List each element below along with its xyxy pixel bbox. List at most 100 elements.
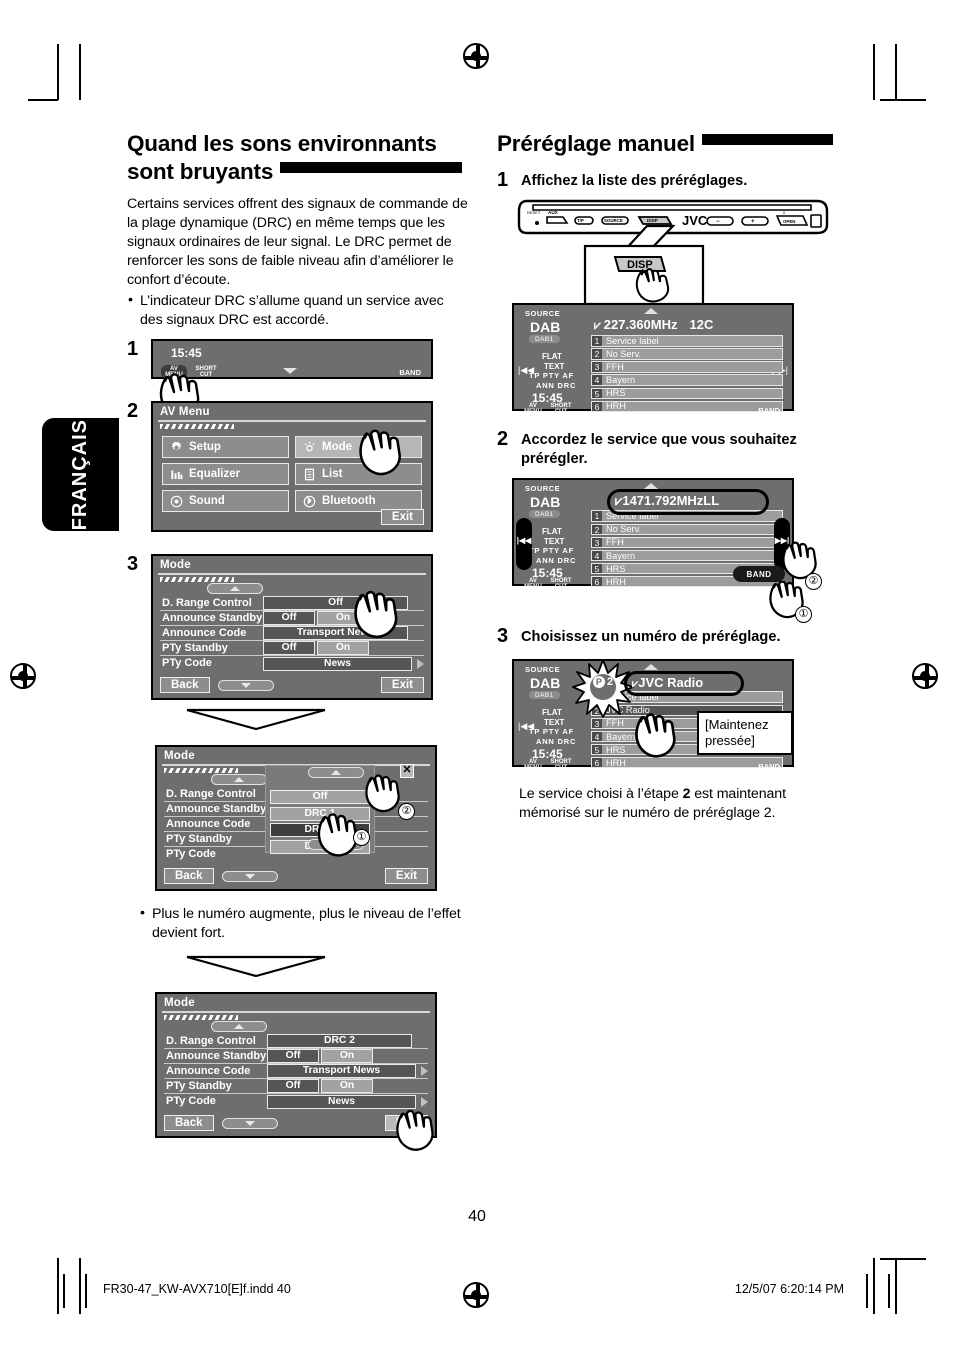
list-item[interactable]: 3 FFH: [591, 536, 783, 549]
av-menu-exit-button[interactable]: Exit: [380, 509, 424, 526]
mode-screen-1[interactable]: Mode D. Range Control Off Announce Stand…: [151, 554, 433, 701]
list-item[interactable]: 1 Service label: [591, 510, 783, 522]
shortcut-softkey[interactable]: SHORT CUT: [191, 366, 221, 378]
footer-rule-left: [63, 1274, 65, 1308]
list-item[interactable]: 6 HRH: [591, 400, 783, 413]
close-icon[interactable]: ✕: [400, 764, 414, 779]
clock-screen[interactable]: 15:45 AV MENU SHORT CUT BAND: [151, 339, 433, 380]
popup-scroll-up-button[interactable]: [308, 767, 364, 779]
chevron-right-icon[interactable]: [417, 658, 424, 669]
row-value-on[interactable]: On: [321, 1049, 373, 1064]
shortcut-softkey[interactable]: SHORT CUT: [548, 759, 574, 771]
mode-screen-2[interactable]: Mode D. Range Control Announce Standby A…: [155, 745, 437, 892]
row-value-on[interactable]: On: [317, 641, 369, 656]
row-value-off[interactable]: Off: [263, 611, 315, 626]
table-row[interactable]: PTy Code News: [164, 1094, 428, 1109]
scroll-down-button[interactable]: [217, 679, 274, 691]
row-value[interactable]: DRC 2: [267, 1034, 412, 1049]
dab-screen-1[interactable]: SOURCE DAB DAB1 FLAT TEXT TP PTY AF ANN …: [512, 303, 794, 415]
chevron-up-icon[interactable]: [644, 483, 658, 490]
scroll-up-button[interactable]: [211, 774, 267, 786]
mode-exit-button[interactable]: Exit: [380, 677, 424, 694]
table-row[interactable]: PTy Standby Off On: [160, 641, 424, 657]
row-label: PTy Code: [166, 848, 216, 861]
list-item[interactable]: 2 No Serv.: [591, 348, 783, 360]
scroll-down-button[interactable]: [221, 870, 278, 882]
row-value-off[interactable]: Off: [267, 1049, 319, 1064]
row-value[interactable]: Transport News: [263, 626, 408, 641]
table-row[interactable]: PTy Standby Off On: [164, 1079, 428, 1095]
row-label: Announce Code: [162, 627, 247, 640]
drc-option-off[interactable]: Off: [270, 790, 370, 805]
drc-option-drc1[interactable]: DRC 1: [270, 806, 370, 821]
left-step-3-number: 3: [127, 553, 139, 576]
row-value-on[interactable]: On: [321, 1079, 373, 1094]
row-value-off[interactable]: Off: [263, 641, 315, 656]
row-value[interactable]: Off: [263, 596, 408, 611]
band-softkey[interactable]: BAND: [758, 406, 780, 415]
mode-exit-button[interactable]: Exit: [384, 1115, 428, 1132]
av-menu-item-list[interactable]: List: [295, 463, 422, 486]
mode-screen-2-title: Mode: [164, 750, 195, 763]
av-menu-softkey[interactable]: AV MENU: [522, 759, 544, 771]
row-value[interactable]: Transport News: [267, 1064, 416, 1079]
mode-back-button[interactable]: Back: [160, 677, 210, 694]
row-value-on[interactable]: On: [317, 611, 369, 626]
table-row[interactable]: D. Range Control DRC 2: [164, 1034, 428, 1050]
crop-mark-br-v: [873, 1258, 875, 1314]
row-value[interactable]: News: [267, 1094, 416, 1109]
row-label: PTy Standby: [162, 642, 228, 655]
shortcut-softkey[interactable]: SHORT CUT: [548, 578, 574, 590]
band-softkey[interactable]: BAND: [758, 762, 780, 771]
av-menu-softkey-line2: MENU: [524, 408, 542, 415]
mode-back-button[interactable]: Back: [164, 1115, 214, 1132]
chevron-up-icon[interactable]: [644, 664, 658, 671]
row-value-off[interactable]: Off: [267, 1079, 319, 1094]
list-item[interactable]: 5 HRS: [591, 387, 783, 399]
av-menu-item-label: Sound: [189, 495, 225, 508]
prev-icon: |◀◀: [516, 536, 532, 546]
chevron-up-icon[interactable]: [644, 308, 658, 315]
scroll-up-button[interactable]: [207, 583, 263, 595]
av-menu-item-equalizer[interactable]: Equalizer: [162, 463, 289, 486]
mode-back-button[interactable]: Back: [164, 868, 214, 885]
chevron-right-icon[interactable]: [421, 1066, 428, 1077]
av-menu-screen[interactable]: AV Menu Setup Mode Equalizer List Sound …: [151, 401, 433, 533]
table-row[interactable]: Announce Standby Off On: [160, 611, 424, 627]
prev-icon[interactable]: |◀◀: [518, 721, 534, 732]
prev-icon[interactable]: |◀◀: [518, 365, 534, 376]
scroll-up-button[interactable]: [211, 1021, 267, 1033]
band-softkey[interactable]: BAND: [399, 368, 421, 377]
table-row[interactable]: Announce Code Transport News: [164, 1064, 428, 1080]
list-item[interactable]: 3 FFH: [591, 361, 783, 373]
chevron-down-icon[interactable]: [283, 368, 297, 375]
row-label: PTy Standby: [166, 1080, 232, 1093]
shortcut-softkey[interactable]: SHORT CUT: [548, 403, 574, 415]
scroll-down-button[interactable]: [221, 1117, 278, 1129]
list-item[interactable]: 2 No Serv.: [591, 523, 783, 536]
list-item: Plus le numéro augmente, plus le niveau …: [139, 904, 469, 943]
table-row[interactable]: Announce Standby Off On: [164, 1049, 428, 1065]
av-menu-item-setup[interactable]: Setup: [162, 436, 289, 459]
chevron-right-icon[interactable]: [421, 1096, 428, 1107]
av-menu-softkey[interactable]: AV MENU: [522, 578, 544, 590]
list-item[interactable]: 1 Service label: [591, 335, 783, 347]
av-menu-softkey[interactable]: AV MENU: [161, 365, 187, 380]
table-row[interactable]: Announce Code Transport News: [160, 626, 424, 642]
source-label: SOURCE: [525, 484, 561, 494]
closing-paragraph: Le service choisi à l’étape 2 est mainte…: [519, 785, 842, 823]
av-menu-softkey[interactable]: AV MENU: [522, 403, 544, 415]
list-item[interactable]: 4 Bayern: [591, 549, 783, 562]
dab-screen-2[interactable]: SOURCE DAB DAB1 FLAT TEXT TP PTY AF ANN …: [512, 478, 794, 590]
clock-time: 15:45: [171, 346, 202, 361]
row-value[interactable]: News: [263, 656, 412, 671]
list-item[interactable]: 4 Bayern: [591, 374, 783, 386]
mode-exit-button[interactable]: Exit: [384, 868, 428, 885]
av-menu-item-sound[interactable]: Sound: [162, 490, 289, 513]
mode-screen-3[interactable]: Mode D. Range Control DRC 2 Announce Sta…: [155, 992, 437, 1139]
av-menu-item-mode[interactable]: Mode: [295, 436, 422, 459]
table-row[interactable]: PTy Code News: [160, 656, 424, 671]
band-pill-button[interactable]: BAND: [733, 566, 785, 583]
list-item[interactable]: 6 HRH: [591, 756, 783, 769]
table-row[interactable]: D. Range Control Off: [160, 596, 424, 612]
